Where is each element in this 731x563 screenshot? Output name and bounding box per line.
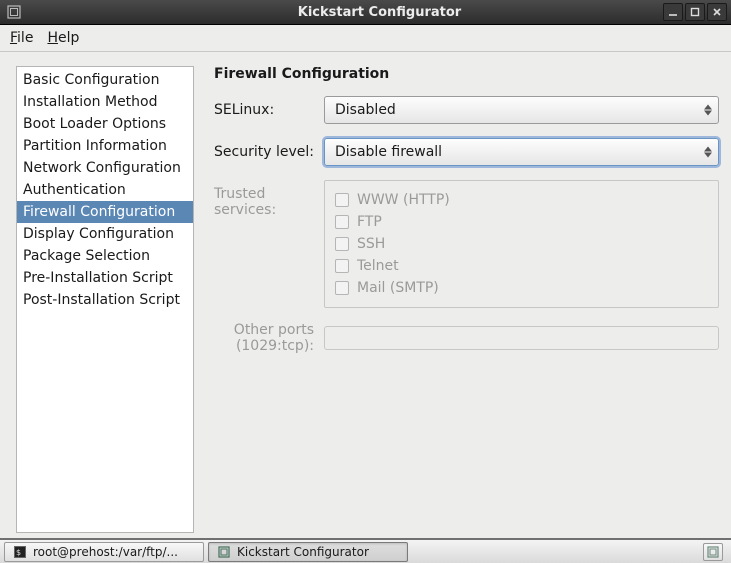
trusted-services-label: Trusted services: — [214, 180, 324, 218]
menubar: File Help — [0, 25, 731, 52]
sidebar-item[interactable]: Installation Method — [17, 91, 193, 113]
main-area: Basic ConfigurationInstallation MethodBo… — [0, 52, 731, 538]
other-ports-label: Other ports (1029:tcp): — [214, 322, 324, 354]
sidebar: Basic ConfigurationInstallation MethodBo… — [16, 66, 194, 533]
menu-help[interactable]: Help — [47, 30, 79, 46]
window-title: Kickstart Configurator — [28, 5, 731, 20]
terminal-icon: $ — [13, 545, 27, 559]
security-level-label: Security level: — [214, 144, 324, 160]
svg-text:$: $ — [16, 548, 21, 557]
app-icon — [6, 4, 22, 20]
checkbox — [335, 259, 349, 273]
chevron-updown-icon — [704, 105, 712, 116]
service-row: Telnet — [335, 255, 708, 277]
app-icon — [217, 545, 231, 559]
sidebar-item[interactable]: Partition Information — [17, 135, 193, 157]
checkbox — [335, 281, 349, 295]
taskbar-item-label: root@prehost:/var/ftp/... — [33, 545, 178, 559]
selinux-label: SELinux: — [214, 102, 324, 118]
sidebar-item[interactable]: Boot Loader Options — [17, 113, 193, 135]
minimize-button[interactable] — [663, 3, 683, 21]
service-label: Telnet — [357, 258, 399, 274]
taskbar-item-terminal[interactable]: $ root@prehost:/var/ftp/... — [4, 542, 204, 562]
sidebar-item[interactable]: Pre-Installation Script — [17, 267, 193, 289]
content-heading: Firewall Configuration — [214, 66, 719, 82]
service-row: FTP — [335, 211, 708, 233]
taskbar: $ root@prehost:/var/ftp/... Kickstart Co… — [0, 538, 731, 563]
sidebar-item[interactable]: Post-Installation Script — [17, 289, 193, 311]
selinux-value: Disabled — [335, 102, 396, 118]
checkbox — [335, 237, 349, 251]
system-tray — [703, 543, 727, 561]
service-row: Mail (SMTP) — [335, 277, 708, 299]
other-ports-input — [324, 326, 719, 350]
sidebar-item[interactable]: Authentication — [17, 179, 193, 201]
tray-icon[interactable] — [703, 543, 723, 561]
service-row: WWW (HTTP) — [335, 189, 708, 211]
service-label: FTP — [357, 214, 382, 230]
sidebar-item[interactable]: Display Configuration — [17, 223, 193, 245]
taskbar-item-kickstart[interactable]: Kickstart Configurator — [208, 542, 408, 562]
close-button[interactable] — [707, 3, 727, 21]
content-pane: Firewall Configuration SELinux: Disabled… — [194, 66, 719, 526]
trusted-services-box: WWW (HTTP) FTP SSH Telnet Mail (SMTP) — [324, 180, 719, 308]
sidebar-item[interactable]: Basic Configuration — [17, 69, 193, 91]
service-label: Mail (SMTP) — [357, 280, 439, 296]
sidebar-item[interactable]: Package Selection — [17, 245, 193, 267]
sidebar-item[interactable]: Firewall Configuration — [17, 201, 193, 223]
taskbar-item-label: Kickstart Configurator — [237, 545, 369, 559]
chevron-updown-icon — [704, 147, 712, 158]
service-label: WWW (HTTP) — [357, 192, 450, 208]
security-level-dropdown[interactable]: Disable firewall — [324, 138, 719, 166]
menu-file[interactable]: File — [10, 30, 33, 46]
window-titlebar: Kickstart Configurator — [0, 0, 731, 25]
security-level-value: Disable firewall — [335, 144, 442, 160]
sidebar-item[interactable]: Network Configuration — [17, 157, 193, 179]
service-row: SSH — [335, 233, 708, 255]
checkbox — [335, 193, 349, 207]
selinux-dropdown[interactable]: Disabled — [324, 96, 719, 124]
service-label: SSH — [357, 236, 385, 252]
maximize-button[interactable] — [685, 3, 705, 21]
checkbox — [335, 215, 349, 229]
